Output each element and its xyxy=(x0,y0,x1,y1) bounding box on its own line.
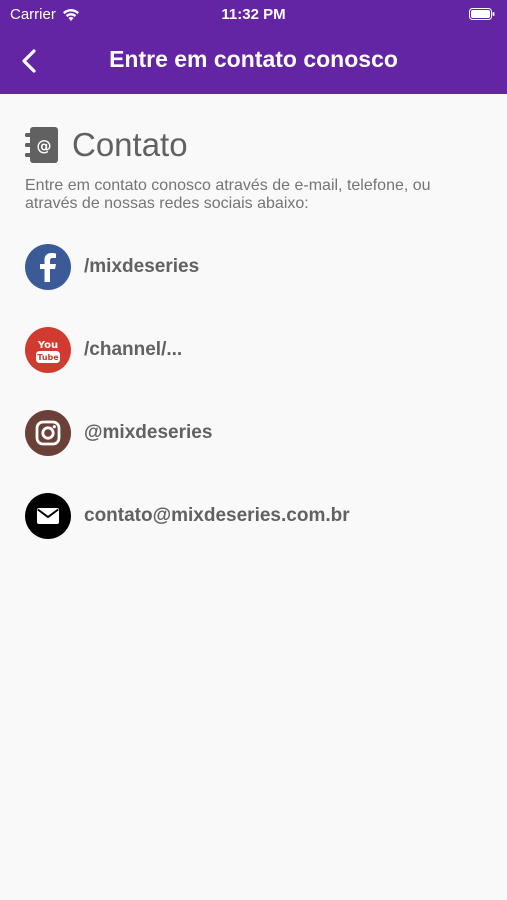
battery-icon xyxy=(469,8,495,20)
contact-book-icon: @ xyxy=(25,127,58,163)
youtube-contact-label: /channel/... xyxy=(84,339,183,360)
instagram-contact-item[interactable]: @mixdeseries xyxy=(25,409,485,457)
svg-text:Tube: Tube xyxy=(37,353,59,362)
navigation-bar: Entre em contato conosco xyxy=(0,28,507,94)
status-bar: Carrier 11:32 PM xyxy=(0,0,507,28)
section-title: Contato xyxy=(72,126,188,163)
section-description: Entre em contato conosco através de e-ma… xyxy=(25,177,431,212)
app-header: Carrier 11:32 PM Entre em contato conosc… xyxy=(0,0,507,94)
instagram-contact-label: @mixdeseries xyxy=(84,422,213,443)
facebook-contact-item[interactable]: /mixdeseries xyxy=(25,243,485,291)
youtube-icon: You Tube xyxy=(25,327,71,373)
email-contact-label: contato@mixdeseries.com.br xyxy=(84,505,350,526)
instagram-icon xyxy=(25,410,71,456)
facebook-contact-label: /mixdeseries xyxy=(84,256,200,277)
youtube-contact-item[interactable]: You Tube /channel/... xyxy=(25,326,485,374)
section-header: @ Contato xyxy=(24,125,188,165)
svg-text:@: @ xyxy=(37,137,52,155)
facebook-icon xyxy=(25,244,71,290)
email-icon xyxy=(25,493,71,539)
page-title: Entre em contato conosco xyxy=(109,46,398,72)
email-contact-item[interactable]: contato@mixdeseries.com.br xyxy=(25,492,485,540)
svg-text:You: You xyxy=(37,340,58,351)
status-time: 11:32 PM xyxy=(221,6,286,23)
